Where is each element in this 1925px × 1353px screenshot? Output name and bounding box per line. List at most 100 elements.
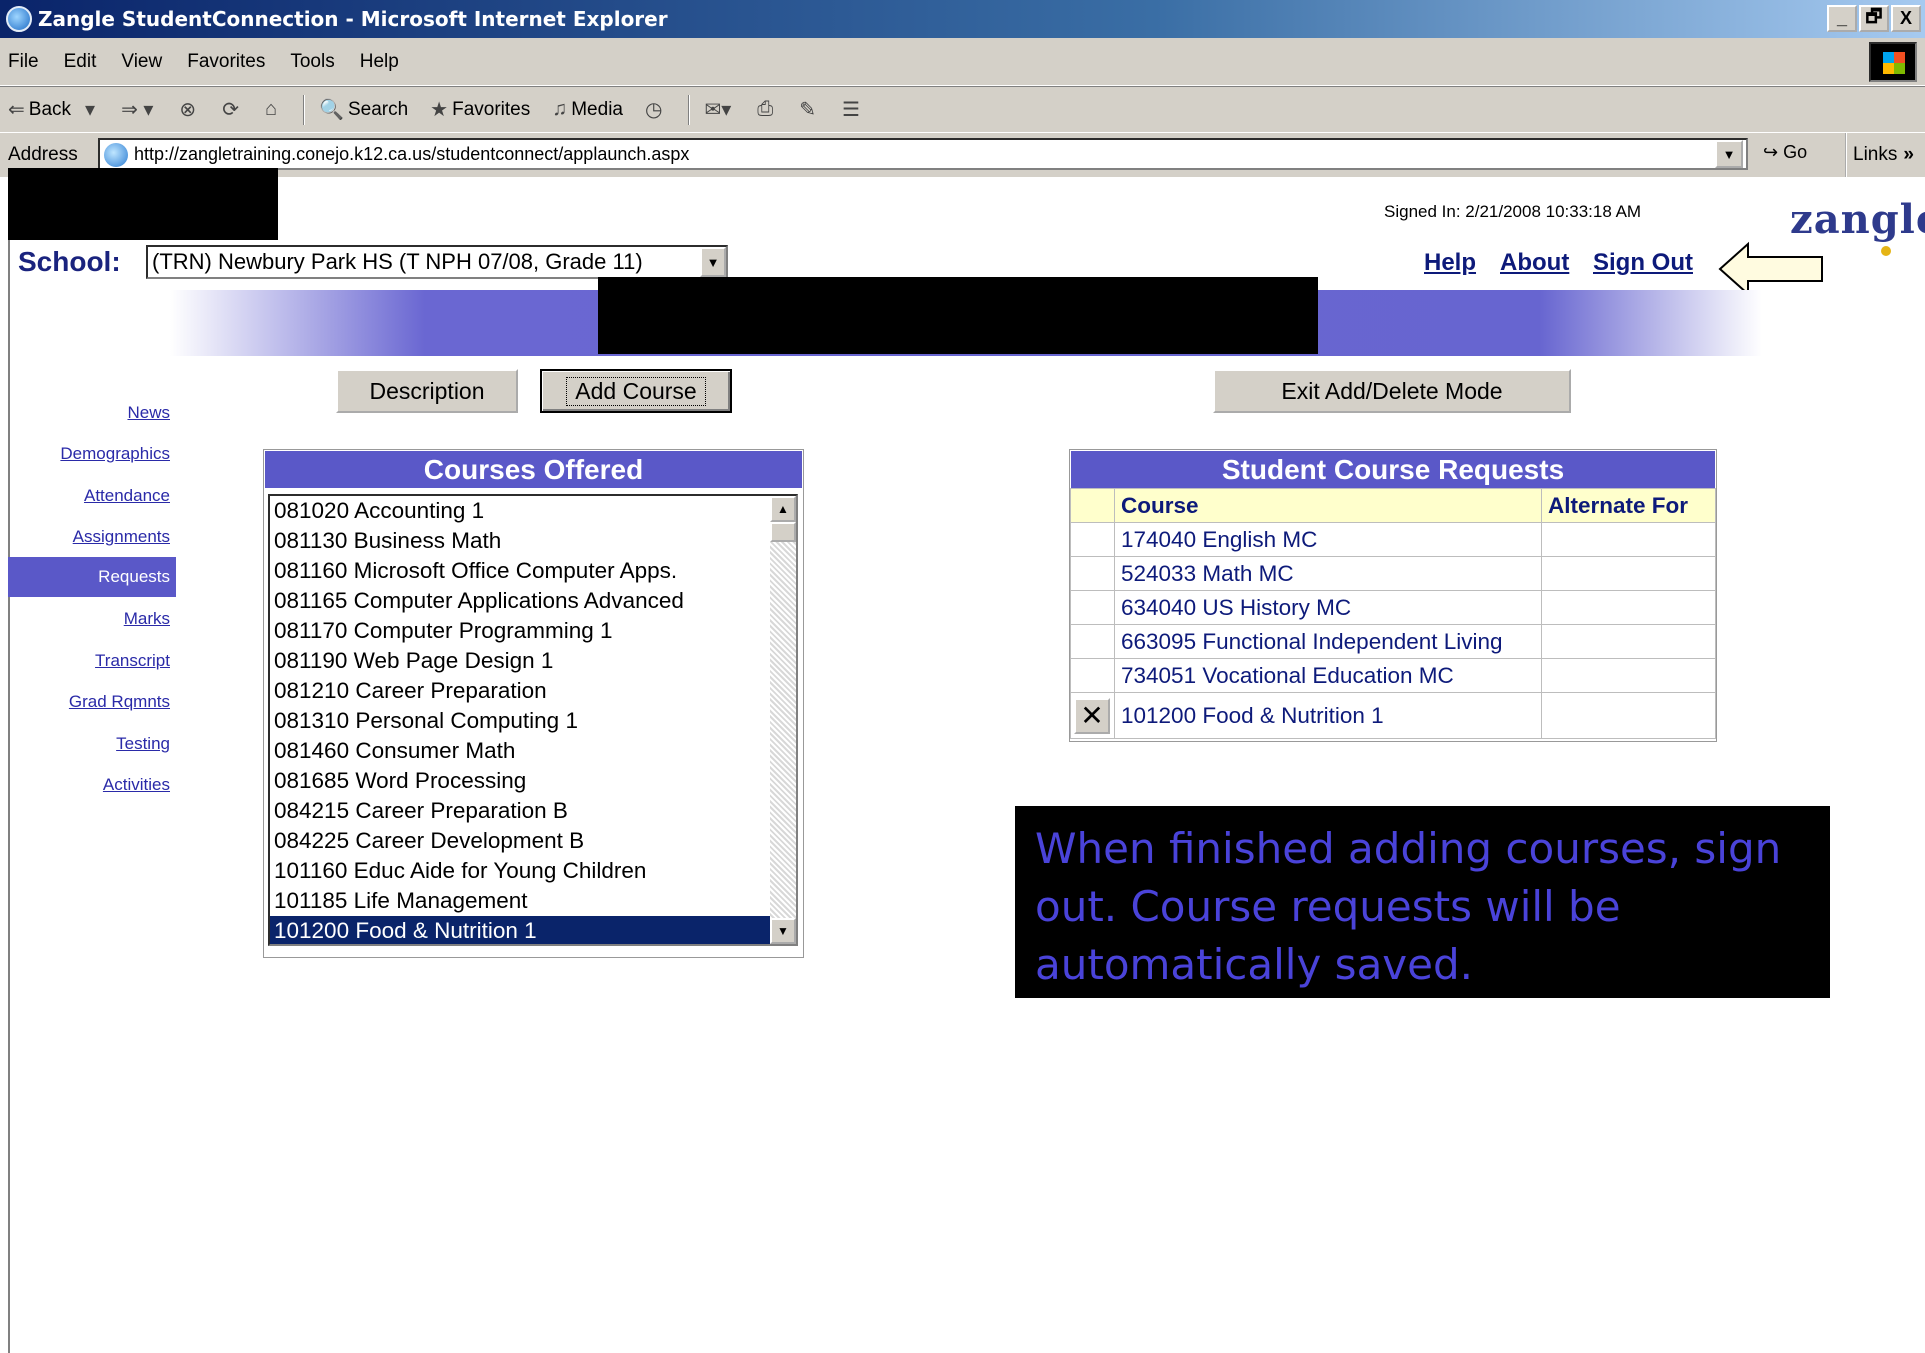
description-button[interactable]: Description — [336, 369, 518, 413]
sidebar-item-news[interactable]: News — [127, 403, 170, 423]
menu-tools[interactable]: Tools — [290, 51, 334, 73]
alternate-cell — [1541, 590, 1716, 625]
menu-favorites[interactable]: Favorites — [187, 51, 265, 73]
list-item[interactable]: 084225 Career Development B — [270, 826, 796, 856]
back-label: Back — [28, 98, 72, 120]
minimize-button[interactable]: _ — [1827, 5, 1857, 32]
sidebar-item-grad-rqmnts[interactable]: Grad Rqmnts — [69, 692, 170, 712]
list-scrollbar[interactable]: ▲ ▼ — [770, 496, 796, 944]
list-item[interactable]: 081130 Business Math — [270, 526, 796, 556]
courses-offered-list[interactable]: 081020 Accounting 1 081130 Business Math… — [268, 494, 798, 946]
menu-view[interactable]: View — [121, 51, 162, 73]
list-item[interactable]: 081190 Web Page Design 1 — [270, 646, 796, 676]
windows-logo-icon — [1869, 42, 1917, 82]
edit-button[interactable]: ✎ — [799, 97, 820, 122]
search-icon: 🔍 — [319, 99, 344, 121]
list-item[interactable]: 081170 Computer Programming 1 — [270, 616, 796, 646]
table-row: 174040 English MC — [1070, 522, 1716, 557]
alternate-cell — [1541, 658, 1716, 693]
exit-add-delete-mode-button[interactable]: Exit Add/Delete Mode — [1213, 369, 1571, 413]
sidebar-item-activities[interactable]: Activities — [103, 775, 170, 795]
list-item[interactable]: 101160 Educ Aide for Young Children — [270, 856, 796, 886]
sidebar-item-demographics[interactable]: Demographics — [60, 444, 170, 464]
redacted-block — [598, 277, 1318, 354]
scroll-down-icon[interactable]: ▼ — [770, 918, 796, 944]
search-button[interactable]: 🔍 Search — [319, 97, 408, 122]
window-titlebar: Zangle StudentConnection - Microsoft Int… — [0, 0, 1925, 38]
favorites-button[interactable]: ★ Favorites — [430, 97, 530, 122]
menu-edit[interactable]: Edit — [64, 51, 97, 73]
sidebar-item-assignments[interactable]: Assignments — [73, 527, 170, 547]
home-button[interactable]: ⌂ — [265, 98, 281, 121]
mail-button[interactable]: ✉▾ — [704, 97, 735, 122]
go-button[interactable]: ↪ Go — [1763, 142, 1807, 163]
pointing-arrow-icon — [1718, 241, 1823, 297]
menu-help[interactable]: Help — [360, 51, 399, 73]
about-link[interactable]: About — [1500, 249, 1569, 277]
close-button[interactable]: X — [1891, 5, 1921, 32]
courses-offered-title: Courses Offered — [265, 451, 802, 488]
window-controls: _ 🗗 X — [1827, 5, 1921, 32]
sidebar-item-testing[interactable]: Testing — [116, 734, 170, 754]
alternate-cell — [1541, 624, 1716, 659]
sidebar-item-requests[interactable]: Requests — [8, 557, 176, 597]
media-button[interactable]: ♫ Media — [552, 98, 623, 121]
add-course-button[interactable]: Add Course — [540, 369, 732, 413]
table-row: 524033 Math MC — [1070, 556, 1716, 591]
row-gutter: ✕ — [1070, 692, 1115, 739]
media-label: Media — [571, 98, 623, 120]
add-course-button-label: Add Course — [566, 376, 706, 406]
list-item[interactable]: 084215 Career Preparation B — [270, 796, 796, 826]
discuss-button[interactable]: ☰ — [842, 97, 864, 122]
edit-icon: ✎ — [799, 99, 816, 121]
menu-file[interactable]: File — [8, 51, 39, 73]
history-button[interactable]: ◷ — [645, 97, 666, 122]
address-dropdown-icon[interactable]: ▼ — [1715, 140, 1743, 168]
restore-button[interactable]: 🗗 — [1859, 5, 1889, 32]
links-label: Links — [1853, 144, 1898, 165]
list-item[interactable]: 081020 Accounting 1 — [270, 496, 796, 526]
refresh-button[interactable]: ⟳ — [222, 97, 243, 122]
sidebar-item-marks[interactable]: Marks — [124, 609, 170, 629]
table-row: ✕ 101200 Food & Nutrition 1 — [1070, 692, 1716, 739]
list-item[interactable]: 101185 Life Management — [270, 886, 796, 916]
ie-icon — [6, 6, 32, 32]
address-input[interactable]: http://zangletraining.conejo.k12.ca.us/s… — [98, 138, 1748, 170]
course-cell: 101200 Food & Nutrition 1 — [1114, 692, 1542, 739]
sign-out-link[interactable]: Sign Out — [1593, 249, 1693, 277]
sidebar-item-transcript[interactable]: Transcript — [95, 651, 170, 671]
sidebar-item-attendance[interactable]: Attendance — [84, 486, 170, 506]
delete-request-button[interactable]: ✕ — [1074, 697, 1110, 734]
go-arrow-icon: ↪ — [1763, 142, 1779, 162]
stop-button[interactable]: ⊗ — [179, 97, 200, 122]
list-item[interactable]: 081160 Microsoft Office Computer Apps. — [270, 556, 796, 586]
links-button[interactable]: Links » — [1845, 133, 1914, 177]
course-cell: 734051 Vocational Education MC — [1114, 658, 1542, 693]
list-item[interactable]: 081310 Personal Computing 1 — [270, 706, 796, 736]
scroll-up-icon[interactable]: ▲ — [770, 496, 796, 522]
forward-arrow-icon: ⇒ ▾ — [121, 99, 154, 121]
go-label: Go — [1783, 142, 1808, 162]
list-item[interactable]: 081165 Computer Applications Advanced — [270, 586, 796, 616]
alternate-cell — [1541, 522, 1716, 557]
course-cell: 174040 English MC — [1114, 522, 1542, 557]
discuss-icon: ☰ — [842, 99, 860, 121]
back-arrow-icon: ⇐ — [8, 99, 25, 121]
print-button[interactable]: ⎙ — [757, 98, 777, 121]
school-select[interactable]: (TRN) Newbury Park HS (T NPH 07/08, Grad… — [146, 245, 728, 279]
forward-button[interactable]: ⇒ ▾ — [121, 97, 157, 122]
column-header-course: Course — [1114, 488, 1542, 523]
row-gutter — [1070, 624, 1115, 659]
back-button[interactable]: ⇐ Back ▾ — [8, 97, 99, 122]
help-link[interactable]: Help — [1424, 249, 1476, 277]
address-label: Address — [8, 144, 78, 165]
list-item[interactable]: 081685 Word Processing — [270, 766, 796, 796]
toolbar-separator — [303, 94, 306, 125]
list-item-selected[interactable]: 101200 Food & Nutrition 1 — [270, 916, 796, 944]
toolbar-separator — [688, 94, 691, 125]
list-item[interactable]: 081210 Career Preparation — [270, 676, 796, 706]
course-cell: 634040 US History MC — [1114, 590, 1542, 625]
list-item[interactable]: 081460 Consumer Math — [270, 736, 796, 766]
scroll-thumb[interactable] — [770, 522, 796, 542]
zangle-logo: zangle — [1790, 196, 1925, 243]
